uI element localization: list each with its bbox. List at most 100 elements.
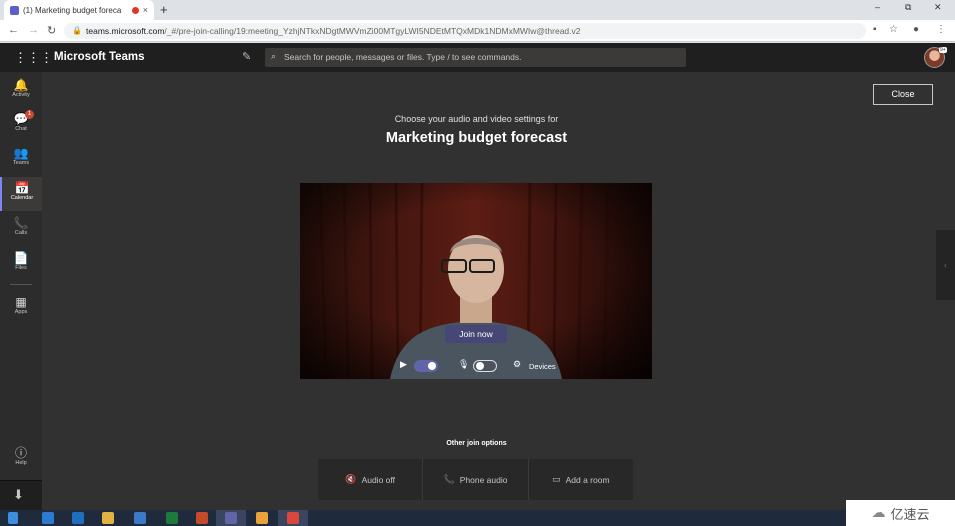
- reload-icon[interactable]: ↻: [47, 24, 56, 37]
- rail-item-label: Help: [15, 460, 27, 466]
- search-placeholder: Search for people, messages or files. Ty…: [284, 52, 522, 62]
- rail-item-label: Apps: [14, 309, 28, 315]
- meeting-title: Marketing budget forecast: [385, 130, 568, 146]
- video-preview: Join now ▶ 🎙 ⚙ Devices: [300, 183, 652, 379]
- camera-indicator-icon[interactable]: ▪: [873, 24, 877, 35]
- folder-icon[interactable]: [102, 512, 114, 524]
- teams-taskbar-icon[interactable]: [225, 512, 237, 524]
- mic-toggle[interactable]: [473, 360, 497, 372]
- cast-icon: ▭: [552, 474, 561, 484]
- camera-feed-image: [300, 183, 652, 379]
- browser-tab[interactable]: (1) Marketing budget foreca ×: [4, 0, 154, 20]
- new-tab-button[interactable]: +: [160, 2, 168, 17]
- url-path: /_#/pre-join-calling/19:meeting_YzhjNTkx…: [164, 26, 581, 36]
- devices-button[interactable]: Devices: [529, 362, 556, 371]
- phone-audio-button[interactable]: 📞 Phone audio: [423, 459, 529, 500]
- close-button[interactable]: Close: [873, 84, 933, 105]
- side-panel-handle[interactable]: ‹: [936, 230, 955, 300]
- rail-item-label: Chat: [15, 126, 27, 132]
- mic-off-icon: 🎙: [458, 359, 470, 369]
- app-title: Microsoft Teams: [54, 51, 145, 63]
- menu-kebab-icon[interactable]: ⋮: [936, 24, 946, 35]
- rail-item-files[interactable]: 📄 Files: [0, 247, 42, 281]
- option-label: Phone audio: [459, 474, 508, 485]
- add-room-button[interactable]: ▭ Add a room: [529, 459, 633, 500]
- edge-icon[interactable]: [72, 512, 84, 524]
- rail-item-calendar[interactable]: 📅 Calendar: [0, 177, 42, 211]
- rail-item-label: Activity: [12, 92, 30, 98]
- tab-strip: (1) Marketing budget foreca × + – ⧉ ✕: [0, 0, 955, 20]
- teams-favicon-icon: [10, 5, 19, 15]
- phone-icon: 📞: [443, 474, 455, 484]
- audio-off-button[interactable]: 🔇 Audio off: [318, 459, 424, 500]
- rail-divider: [10, 284, 32, 285]
- other-join-options: 🔇 Audio off 📞 Phone audio ▭ Add a room: [318, 459, 633, 500]
- apps-icon: ▦: [15, 295, 27, 309]
- rail-item-help[interactable]: ⓘ Help: [0, 442, 42, 476]
- video-camera-icon: ▶: [400, 359, 407, 369]
- minimize-button[interactable]: –: [875, 2, 880, 12]
- start-icon[interactable]: [8, 512, 18, 524]
- new-chat-icon[interactable]: ✎: [242, 50, 251, 63]
- watermark: ☁ 亿速云: [846, 500, 955, 526]
- toggle-knob: [428, 362, 436, 370]
- search-input[interactable]: ⌕ Search for people, messages or files. …: [265, 48, 686, 67]
- app-rail: 🔔 Activity 💬 Chat 1 👥 Teams 📅 Calendar 📞…: [0, 72, 42, 510]
- rail-item-teams[interactable]: 👥 Teams: [0, 142, 42, 176]
- download-icon: ⬇: [13, 487, 24, 502]
- other-join-heading: Other join options: [446, 440, 507, 447]
- excel-icon[interactable]: [166, 512, 178, 524]
- rail-item-chat[interactable]: 💬 Chat 1: [0, 108, 42, 142]
- rail-item-label: Teams: [12, 160, 30, 166]
- app-launcher-icon[interactable]: ⋮⋮⋮: [14, 50, 53, 66]
- tab-close-button[interactable]: ×: [143, 5, 148, 15]
- join-now-button[interactable]: Join now: [445, 325, 507, 343]
- close-window-button[interactable]: ✕: [934, 2, 942, 13]
- url-host: teams.microsoft.com: [86, 26, 165, 36]
- speaker-off-icon: 🔇: [345, 474, 357, 484]
- forward-arrow-icon[interactable]: →: [28, 24, 39, 36]
- address-bar: ← → ↻ 🔒 teams.microsoft.com/_#/pre-join-…: [0, 20, 955, 42]
- rail-item-activity[interactable]: 🔔 Activity: [0, 74, 42, 108]
- powerpoint-icon[interactable]: [196, 512, 208, 524]
- windows-taskbar: [0, 510, 955, 526]
- option-label: Audio off: [361, 474, 395, 485]
- calendar-icon: 📅: [14, 181, 30, 195]
- browser-window: (1) Marketing budget foreca × + – ⧉ ✕ ← …: [0, 0, 955, 526]
- bell-icon: 🔔: [13, 78, 29, 92]
- teams-header: ⋮⋮⋮ Microsoft Teams ✎ ⌕ Search for peopl…: [0, 43, 955, 72]
- prejoin-subtitle: Choose your audio and video settings for: [394, 114, 559, 124]
- prejoin-screen: Close Choose your audio and video settin…: [42, 72, 955, 510]
- chrome-icon[interactable]: [287, 512, 299, 524]
- device-controls: ▶ 🎙 ⚙ Devices: [360, 355, 592, 377]
- back-arrow-icon[interactable]: ←: [8, 24, 19, 36]
- status-badge: 9+: [939, 47, 947, 53]
- watermark-text: 亿速云: [890, 507, 930, 523]
- watermark-logo-icon: ☁: [871, 505, 886, 521]
- bookmark-star-icon[interactable]: ☆: [889, 24, 898, 35]
- teams-icon: 👥: [13, 146, 29, 160]
- tab-title: (1) Marketing budget foreca: [23, 5, 122, 15]
- rail-item-label: Calls: [14, 230, 28, 236]
- toggle-knob: [476, 362, 484, 370]
- recording-icon: [131, 6, 139, 14]
- search-icon: ⌕: [271, 51, 277, 61]
- taskbar-app-icon[interactable]: [134, 512, 146, 524]
- rail-item-label: Files: [15, 265, 27, 271]
- rail-item-apps[interactable]: ▦ Apps: [0, 291, 42, 325]
- taskbar-app-icon[interactable]: [42, 512, 54, 524]
- chat-icon: 💬: [13, 112, 29, 126]
- profile-icon[interactable]: ●: [913, 24, 919, 35]
- lock-icon: 🔒: [72, 26, 82, 35]
- url-field[interactable]: 🔒 teams.microsoft.com/_#/pre-join-callin…: [64, 23, 866, 39]
- taskbar-app-icon[interactable]: [256, 512, 268, 524]
- rail-item-label: Calendar: [10, 195, 34, 201]
- help-icon: ⓘ: [14, 446, 27, 460]
- camera-toggle[interactable]: [414, 360, 438, 372]
- option-label: Add a room: [565, 474, 610, 485]
- restore-button[interactable]: ⧉: [905, 2, 911, 13]
- gear-icon[interactable]: ⚙: [513, 359, 521, 370]
- phone-icon: 📞: [13, 216, 29, 230]
- rail-item-calls[interactable]: 📞 Calls: [0, 212, 42, 246]
- download-app-button[interactable]: ⬇: [0, 480, 42, 510]
